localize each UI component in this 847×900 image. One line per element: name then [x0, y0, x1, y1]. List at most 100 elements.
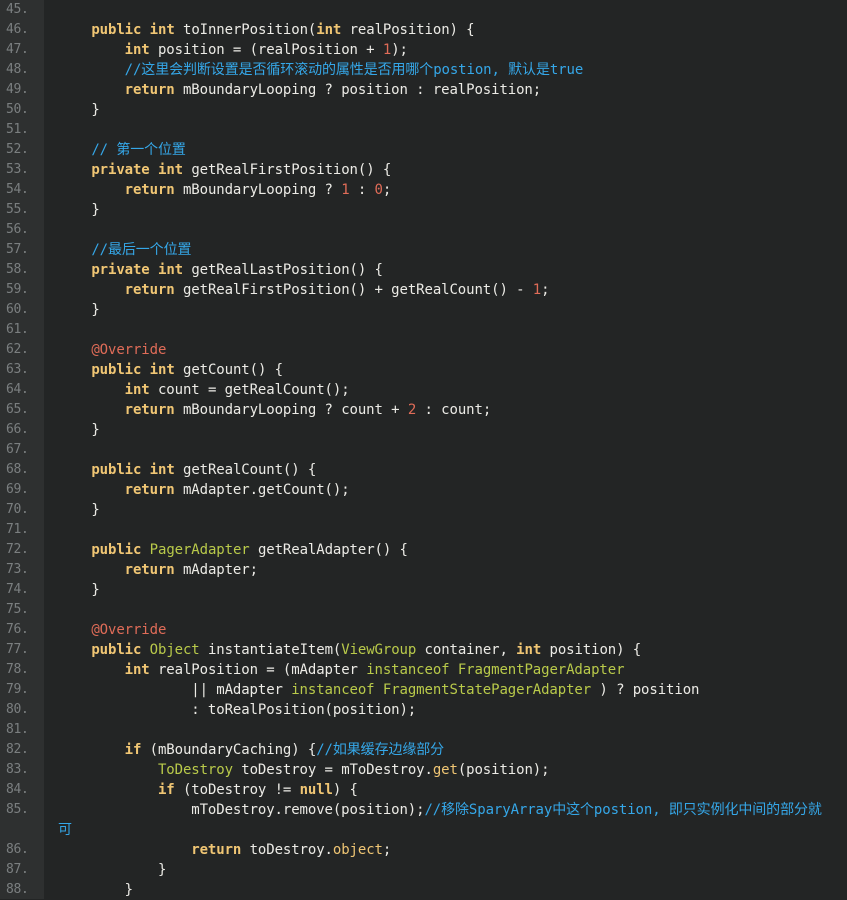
line-text: : toRealPosition(position); [58, 700, 416, 720]
code-line[interactable]: 78. int realPosition = (mAdapter instanc… [0, 660, 847, 680]
line-number: 71. [6, 522, 29, 537]
code-line[interactable]: 52. // 第一个位置 [0, 140, 847, 160]
code-line[interactable]: 46. public int toInnerPosition(int realP… [0, 20, 847, 40]
code-line[interactable]: 可 [0, 820, 847, 840]
code-line[interactable]: 50. } [0, 100, 847, 120]
code-line[interactable]: 68. public int getRealCount() { [0, 460, 847, 480]
line-text: public int getCount() { [58, 360, 283, 380]
code-line[interactable]: 84. if (toDestroy != null) { [0, 780, 847, 800]
line-text: int realPosition = (mAdapter instanceof … [58, 660, 625, 680]
code-token: 1 [341, 182, 350, 198]
code-line[interactable]: 49. return mBoundaryLooping ? position :… [0, 80, 847, 100]
code-line[interactable]: 79. || mAdapter instanceof FragmentState… [0, 680, 847, 700]
code-line[interactable]: 59. return getRealFirstPosition() + getR… [0, 280, 847, 300]
code-token: 0 [374, 182, 383, 198]
code-line[interactable]: 69. return mAdapter.getCount(); [0, 480, 847, 500]
code-line[interactable]: 56. [0, 220, 847, 240]
code-line[interactable]: 76. @Override [0, 620, 847, 640]
code-token: private [91, 162, 150, 178]
code-token: ) ? position [591, 682, 700, 698]
line-number: 64. [6, 382, 29, 397]
line-number: 58. [6, 262, 29, 277]
code-line[interactable]: 48. //这里会判断设置是否循环滚动的属性是否用哪个postion, 默认是t… [0, 60, 847, 80]
code-token: : [349, 182, 375, 198]
code-line[interactable]: 77. public Object instantiateItem(ViewGr… [0, 640, 847, 660]
code-line[interactable]: 86. return toDestroy.object; [0, 840, 847, 860]
code-line[interactable]: 63. public int getCount() { [0, 360, 847, 380]
code-line[interactable]: 82. if (mBoundaryCaching) {//如果缓存边缘部分 [0, 740, 847, 760]
code-token: int [316, 22, 342, 38]
code-line[interactable]: 80. : toRealPosition(position); [0, 700, 847, 720]
line-text: if (mBoundaryCaching) {//如果缓存边缘部分 [58, 740, 445, 760]
code-line[interactable]: 53. private int getRealFirstPosition() { [0, 160, 847, 180]
code-token: //移除SparyArray中这个postion, 即只实例化中间的部分就 [424, 802, 822, 818]
code-line[interactable]: 58. private int getRealLastPosition() { [0, 260, 847, 280]
code-line[interactable]: 54. return mBoundaryLooping ? 1 : 0; [0, 180, 847, 200]
code-token: public [91, 22, 142, 38]
code-line[interactable]: 47. int position = (realPosition + 1); [0, 40, 847, 60]
code-line[interactable]: 72. public PagerAdapter getRealAdapter()… [0, 540, 847, 560]
code-token: return [124, 182, 175, 198]
line-number: 81. [6, 722, 29, 737]
code-token: mBoundaryLooping ? [174, 182, 342, 198]
line-number: 68. [6, 462, 29, 477]
line-text: if (toDestroy != null) { [58, 780, 358, 800]
line-text: return toDestroy.object; [58, 840, 391, 860]
code-line[interactable]: 66. } [0, 420, 847, 440]
code-token: getRealAdapter() { [249, 542, 408, 558]
code-token: int [149, 462, 175, 478]
code-line[interactable]: 71. [0, 520, 847, 540]
code-line[interactable]: 74. } [0, 580, 847, 600]
code-token: } [58, 862, 167, 878]
code-line[interactable]: 60. } [0, 300, 847, 320]
code-line[interactable]: 55. } [0, 200, 847, 220]
code-line[interactable]: 75. [0, 600, 847, 620]
line-text: //这里会判断设置是否循环滚动的属性是否用哪个postion, 默认是true [58, 60, 584, 80]
code-line[interactable]: 81. [0, 720, 847, 740]
line-text: } [58, 420, 99, 440]
code-editor[interactable]: 45. 46. public int toInnerPosition(int re… [0, 0, 847, 899]
code-line[interactable]: 87. } [0, 860, 847, 880]
line-number: 54. [6, 182, 29, 197]
line-text: private int getRealLastPosition() { [58, 260, 383, 280]
code-token: int [149, 362, 175, 378]
code-line[interactable]: 62. @Override [0, 340, 847, 360]
code-line[interactable]: 61. [0, 320, 847, 340]
code-line[interactable]: 67. [0, 440, 847, 460]
code-token: position) { [541, 642, 642, 658]
line-number: 67. [6, 442, 29, 457]
code-token: 1 [382, 42, 392, 58]
code-line[interactable]: 64. int count = getRealCount(); [0, 380, 847, 400]
code-token: ) { [332, 782, 358, 798]
line-number: 77. [6, 642, 29, 657]
code-area[interactable]: 45. 46. public int toInnerPosition(int re… [0, 0, 847, 900]
code-line[interactable]: 57. //最后一个位置 [0, 240, 847, 260]
code-line[interactable]: 51. [0, 120, 847, 140]
line-number: 88. [6, 882, 29, 897]
code-token: 可 [58, 822, 72, 838]
code-line[interactable]: 83. ToDestroy toDestroy = mToDestroy.get… [0, 760, 847, 780]
code-line[interactable]: 85. mToDestroy.remove(position);//移除Spar… [0, 800, 847, 820]
line-number: 72. [6, 542, 29, 557]
code-line[interactable]: 45. [0, 0, 847, 20]
code-line[interactable]: 88. } [0, 880, 847, 900]
line-number: 59. [6, 282, 29, 297]
code-line[interactable]: 65. return mBoundaryLooping ? count + 2 … [0, 400, 847, 420]
code-token: public [91, 542, 142, 558]
code-line[interactable]: 73. return mAdapter; [0, 560, 847, 580]
code-token: (toDestroy != [174, 782, 300, 798]
code-line[interactable]: 70. } [0, 500, 847, 520]
line-text: mToDestroy.remove(position);//移除SparyArr… [58, 800, 822, 820]
code-token: private [91, 262, 150, 278]
line-text: // 第一个位置 [58, 140, 186, 160]
